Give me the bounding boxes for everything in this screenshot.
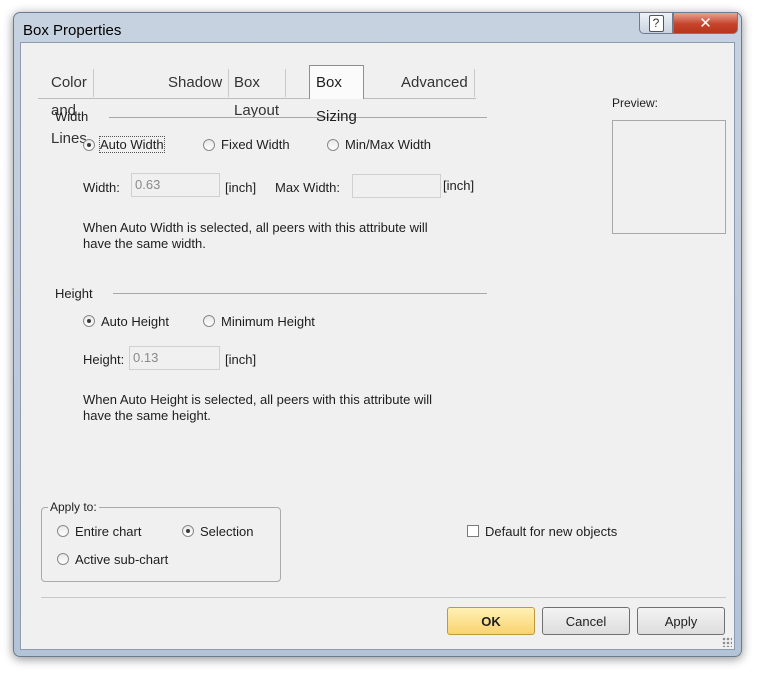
auto-height-radio[interactable] xyxy=(83,315,95,327)
active-sub-chart-label[interactable]: Active sub-chart xyxy=(75,552,168,567)
height-unit-label: [inch] xyxy=(225,352,257,367)
active-sub-chart-radio[interactable] xyxy=(57,553,69,565)
preview-label: Preview: xyxy=(612,96,659,110)
tab-color-and-lines[interactable]: Color and Lines xyxy=(45,69,94,147)
radio-selected-dot xyxy=(186,529,190,533)
height-note-line-2: have the same height. xyxy=(83,408,211,423)
auto-width-label[interactable]: Auto Width xyxy=(99,136,165,153)
max-width-field-label: Max Width: xyxy=(275,180,341,195)
fixed-width-label[interactable]: Fixed Width xyxy=(221,137,290,152)
fixed-width-radio[interactable] xyxy=(203,139,215,151)
resize-grip-icon[interactable] xyxy=(722,637,732,647)
dialog-window: Box Properties ? ✕ Color and Lines Shado… xyxy=(13,12,742,657)
width-unit-label: [inch] xyxy=(225,180,257,195)
help-button[interactable]: ? xyxy=(639,12,673,34)
default-new-objects-checkbox[interactable] xyxy=(467,525,479,537)
tab-box-sizing[interactable]: Box Sizing xyxy=(309,65,364,125)
height-group-line xyxy=(113,293,487,294)
auto-width-radio[interactable] xyxy=(83,139,95,151)
apply-to-title: Apply to: xyxy=(48,500,99,514)
close-icon: ✕ xyxy=(699,15,712,32)
ok-button[interactable]: OK xyxy=(447,607,535,635)
dialog-client-area: Color and Lines Shadow Box Layout Box Si… xyxy=(20,42,735,650)
radio-selected-dot xyxy=(87,319,91,323)
apply-button[interactable]: Apply xyxy=(637,607,725,635)
window-title: Box Properties xyxy=(23,22,122,39)
tab-divider xyxy=(38,98,476,99)
radio-selected-dot xyxy=(87,143,91,147)
height-note-line-1: When Auto Height is selected, all peers … xyxy=(83,392,433,407)
tab-shadow[interactable]: Shadow xyxy=(162,69,230,97)
default-new-objects-label[interactable]: Default for new objects xyxy=(485,524,617,539)
minimum-height-label[interactable]: Minimum Height xyxy=(221,314,315,329)
width-group-line xyxy=(109,117,487,118)
auto-height-label[interactable]: Auto Height xyxy=(101,314,169,329)
minimum-height-radio[interactable] xyxy=(203,315,215,327)
apply-to-group xyxy=(41,507,281,582)
selection-label[interactable]: Selection xyxy=(200,524,253,539)
min-max-width-radio[interactable] xyxy=(327,139,339,151)
width-field-label: Width: xyxy=(83,180,120,195)
max-width-field[interactable] xyxy=(352,174,441,198)
tab-advanced[interactable]: Advanced xyxy=(395,69,475,97)
max-width-unit-label: [inch] xyxy=(443,178,475,193)
width-note-line-2: have the same width. xyxy=(83,236,206,251)
cancel-button[interactable]: Cancel xyxy=(542,607,630,635)
help-icon: ? xyxy=(648,14,664,32)
entire-chart-radio[interactable] xyxy=(57,525,69,537)
height-field[interactable]: 0.13 xyxy=(129,346,220,370)
height-field-label: Height: xyxy=(83,352,125,367)
entire-chart-label[interactable]: Entire chart xyxy=(75,524,141,539)
width-group-title: Width xyxy=(55,109,89,124)
width-field[interactable]: 0.63 xyxy=(131,173,220,197)
min-max-width-label[interactable]: Min/Max Width xyxy=(345,137,431,152)
preview-pane xyxy=(612,120,726,234)
width-note-line-1: When Auto Width is selected, all peers w… xyxy=(83,220,428,235)
close-button[interactable]: ✕ xyxy=(673,12,738,34)
tab-box-layout[interactable]: Box Layout xyxy=(228,69,287,119)
button-separator xyxy=(41,597,726,598)
height-group-title: Height xyxy=(55,286,93,301)
selection-radio[interactable] xyxy=(182,525,194,537)
